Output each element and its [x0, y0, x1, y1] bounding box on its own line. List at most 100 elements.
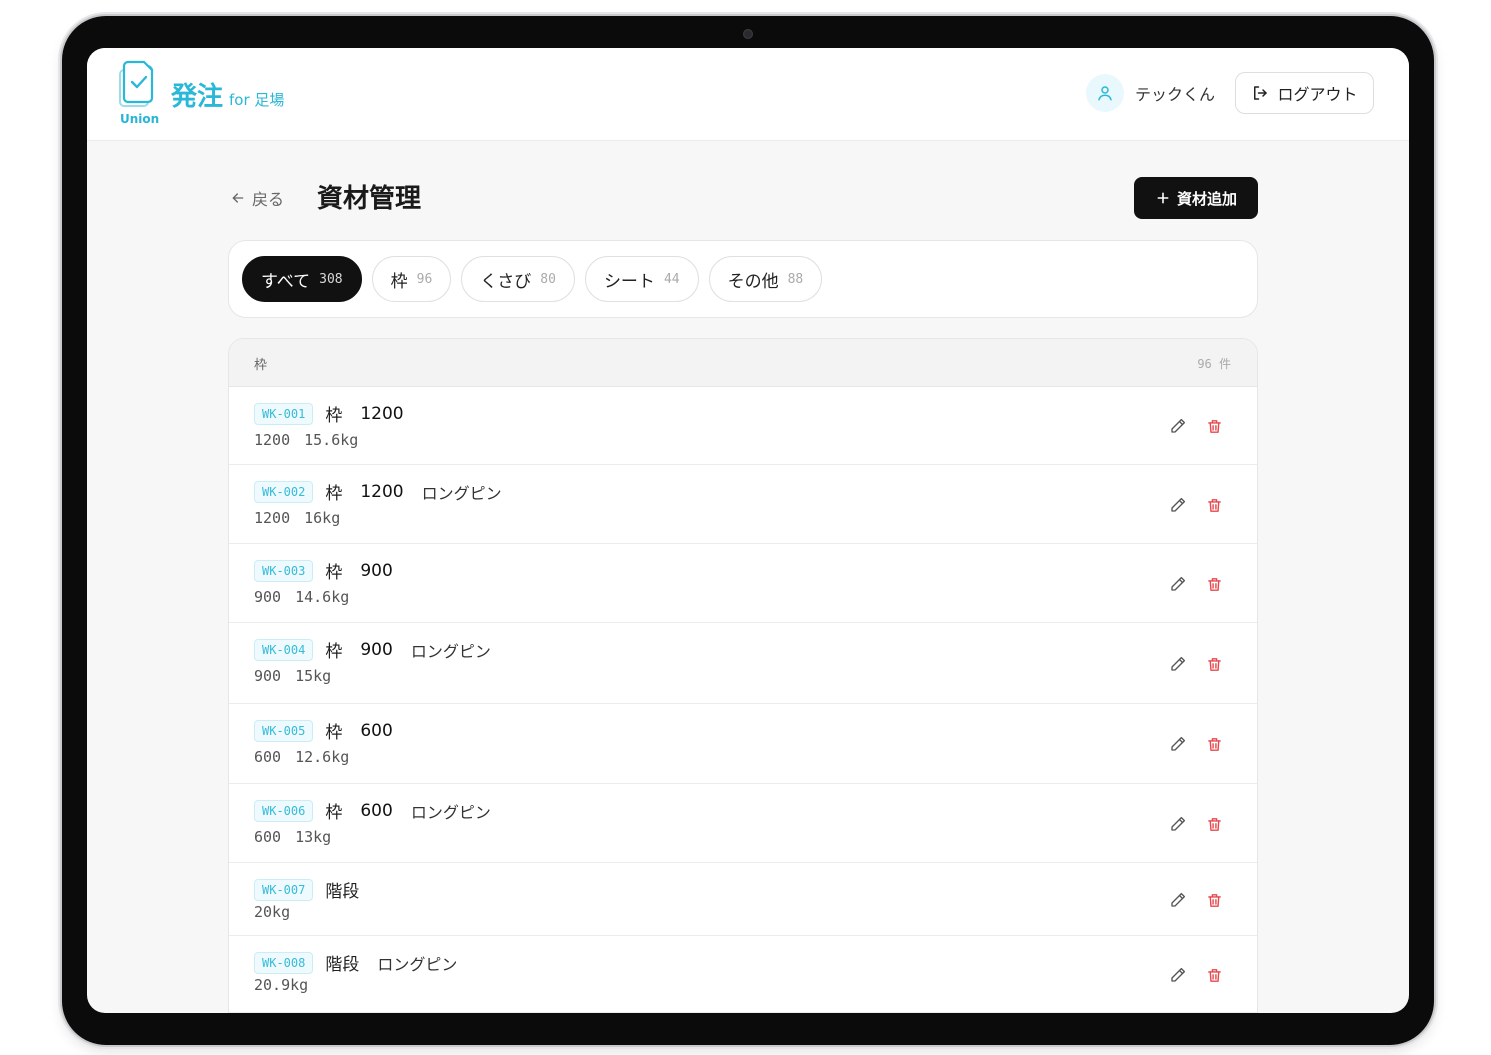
table-row[interactable]: WK-003 枠 900 900 14.6kg	[229, 544, 1257, 623]
pencil-icon[interactable]	[1169, 891, 1187, 909]
logo-text: Union	[120, 112, 160, 126]
item-weight: 15kg	[295, 667, 332, 685]
table-row[interactable]: WK-005 枠 600 600 12.6kg	[229, 704, 1257, 784]
item-weight: 15.6kg	[304, 431, 359, 449]
item-name: 枠	[325, 803, 343, 823]
trash-icon[interactable]	[1205, 735, 1223, 753]
item-size: 1200	[360, 403, 404, 424]
trash-icon[interactable]	[1205, 417, 1223, 435]
user-menu[interactable]: テックくん	[1086, 74, 1215, 112]
row-title: WK-004 枠 900 ロングピン	[254, 637, 491, 662]
pencil-icon[interactable]	[1169, 417, 1187, 435]
item-option: ロングピン	[377, 954, 458, 974]
filter-chip-count: 88	[787, 271, 804, 287]
item-spec: 600	[254, 748, 282, 766]
item-code: WK-002	[254, 480, 314, 503]
logout-button[interactable]: ログアウト	[1235, 72, 1374, 114]
table-row[interactable]: WK-006 枠 600 ロングピン 600 13kg	[229, 784, 1257, 863]
user-name: テックくん	[1135, 85, 1216, 104]
trash-icon[interactable]	[1205, 575, 1223, 593]
row-details: 1200 15.6kg	[254, 431, 358, 449]
item-name: 枠	[325, 723, 343, 743]
row-title: WK-007 階段	[254, 877, 377, 902]
trash-icon[interactable]	[1205, 891, 1223, 909]
item-name: 枠	[325, 563, 343, 583]
filter-chip[interactable]: くさび 80	[461, 256, 575, 302]
item-name: 枠	[325, 642, 343, 662]
avatar	[1086, 74, 1124, 112]
trash-icon[interactable]	[1205, 966, 1223, 984]
pencil-icon[interactable]	[1169, 966, 1187, 984]
table-rows: WK-001 枠 1200 1200 15.6kg WK-002 枠 1200 ロングピン 120…	[229, 387, 1257, 1013]
app-brand: 発注 for 足場	[171, 76, 284, 113]
item-weight: 20.9kg	[254, 976, 309, 994]
filter-chip[interactable]: シート 44	[584, 256, 699, 302]
filter-chip-label: 枠	[390, 271, 408, 292]
table-row[interactable]: WK-004 枠 900 ロングピン 900 15kg	[229, 623, 1257, 704]
item-name: 枠	[325, 484, 343, 504]
row-title: WK-003 枠 900	[254, 558, 411, 583]
filter-chip[interactable]: その他 88	[708, 256, 823, 302]
row-actions	[1169, 496, 1223, 514]
item-name: 枠	[325, 406, 343, 426]
page-title: 資材管理	[317, 184, 422, 214]
camera	[743, 29, 753, 39]
app-header: Union 発注 for 足場 テックくん ログアウト	[87, 48, 1409, 141]
trash-icon[interactable]	[1205, 655, 1223, 673]
item-weight: 20kg	[254, 903, 291, 921]
item-code: WK-005	[254, 719, 314, 742]
row-title: WK-008 階段 ロングピン	[254, 950, 457, 975]
pencil-icon[interactable]	[1169, 735, 1187, 753]
item-weight: 12.6kg	[295, 748, 350, 766]
item-size: 600	[360, 720, 393, 741]
item-size: 600	[360, 800, 393, 821]
table-row[interactable]: WK-001 枠 1200 1200 15.6kg	[229, 387, 1257, 465]
row-details: 1200 16kg	[254, 509, 340, 527]
tablet-bezel: Union 発注 for 足場 テックくん ログアウト 戻る 資材管理 資材追加…	[62, 16, 1434, 1045]
filter-chips: すべて 308 枠 96 くさび 80 シート 44 その他 88	[242, 256, 823, 302]
item-option: ロングピン	[410, 641, 491, 661]
table-category: 枠	[254, 358, 268, 373]
item-option: ロングピン	[410, 802, 491, 822]
item-spec: 600	[254, 828, 282, 846]
row-actions	[1169, 417, 1223, 435]
table-row[interactable]: WK-002 枠 1200 ロングピン 1200 16kg	[229, 465, 1257, 544]
filter-chip[interactable]: すべて 308	[242, 256, 362, 302]
plus-icon	[1157, 192, 1169, 204]
item-weight: 13kg	[295, 828, 332, 846]
pencil-icon[interactable]	[1169, 575, 1187, 593]
item-code: WK-003	[254, 559, 314, 582]
add-material-label: 資材追加	[1176, 189, 1237, 208]
row-title: WK-001 枠 1200	[254, 401, 422, 426]
logout-label: ログアウト	[1277, 85, 1358, 104]
item-code: WK-008	[254, 951, 314, 974]
back-link[interactable]: 戻る	[230, 186, 284, 210]
pencil-icon[interactable]	[1169, 815, 1187, 833]
table-row[interactable]: WK-007 階段 20kg	[229, 863, 1257, 936]
filter-chip[interactable]: 枠 96	[371, 256, 452, 302]
item-weight: 16kg	[304, 509, 341, 527]
item-code: WK-001	[254, 402, 314, 425]
item-option: ロングピン	[421, 483, 502, 503]
row-details: 600 12.6kg	[254, 748, 349, 766]
user-icon	[1098, 86, 1112, 101]
filter-chip-label: くさび	[480, 271, 532, 292]
table-total: 96 件	[1197, 357, 1231, 371]
add-material-button[interactable]: 資材追加	[1134, 177, 1258, 219]
item-spec: 1200	[254, 509, 291, 527]
pencil-icon[interactable]	[1169, 496, 1187, 514]
pencil-icon[interactable]	[1169, 655, 1187, 673]
item-spec: 900	[254, 667, 282, 685]
item-weight: 14.6kg	[295, 588, 350, 606]
category-filter-bar: すべて 308 枠 96 くさび 80 シート 44 その他 88	[228, 240, 1258, 318]
brand-name: 発注	[171, 82, 224, 112]
table-row[interactable]: WK-008 階段 ロングピン 20.9kg	[229, 936, 1257, 1013]
materials-table: 枠 96 件 WK-001 枠 1200 1200 15.6kg WK-002 枠 1200 ロ…	[228, 338, 1258, 1013]
trash-icon[interactable]	[1205, 815, 1223, 833]
trash-icon[interactable]	[1205, 496, 1223, 514]
app-screen: Union 発注 for 足場 テックくん ログアウト 戻る 資材管理 資材追加…	[87, 48, 1409, 1013]
row-actions	[1169, 966, 1223, 984]
item-size: 900	[360, 639, 393, 660]
filter-chip-label: シート	[603, 271, 655, 292]
row-actions	[1169, 655, 1223, 673]
